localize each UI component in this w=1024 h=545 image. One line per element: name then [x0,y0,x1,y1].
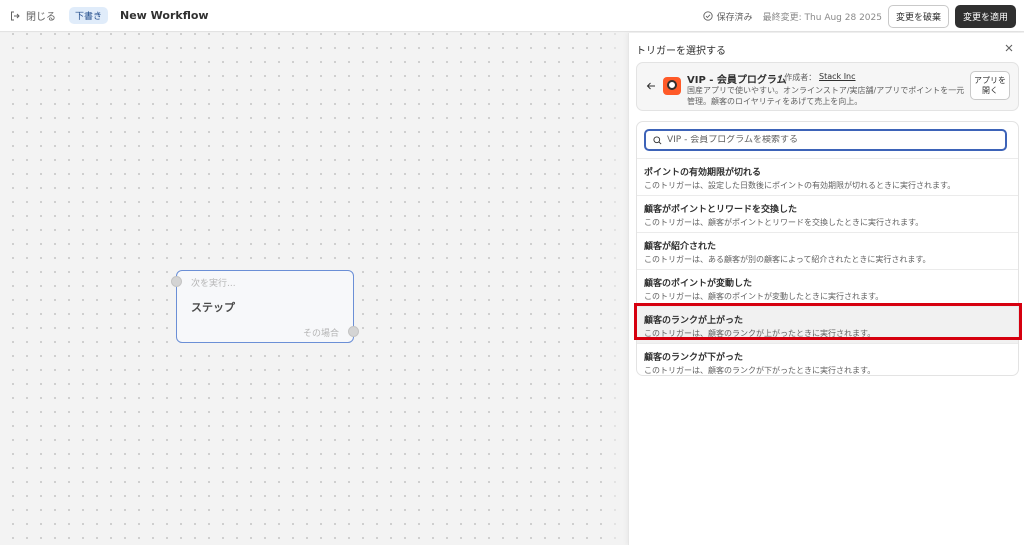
app-by-label: • 作成者： [777,73,817,82]
check-circle-icon [702,11,713,21]
app-description: 国産アプリで使いやすい。オンラインストア/実店舗/アプリでポイントを一元管理。顧… [687,86,965,106]
search-icon [653,135,662,144]
trigger-description: このトリガーは、顧客のランクが下がったときに実行されます。 [644,366,876,375]
trigger-description: このトリガーは、顧客のランクが上がったときに実行されます。 [644,329,876,338]
canvas-fade [600,33,628,545]
trigger-description: このトリガーは、設定した日数後にポイントの有効期限が切れるときに実行されます。 [644,181,956,190]
node-input-handle[interactable] [171,276,182,287]
app-logo-icon [663,77,681,95]
trigger-name: 顧客のポイントが変動した [644,279,753,289]
trigger-list-card: ポイントの有効期限が切れる このトリガーは、設定した日数後にポイントの有効期限が… [636,121,1019,376]
top-bar: 閉じる 下書き New Workflow 保存済み 最終変更: Thu Aug … [0,0,1024,32]
trigger-list: ポイントの有効期限が切れる このトリガーは、設定した日数後にポイントの有効期限が… [637,158,1018,375]
discard-changes-button[interactable]: 変更を破棄 [887,4,949,28]
trigger-item-customer-referred[interactable]: 顧客が紹介された このトリガーは、ある顧客が別の顧客によって紹介されたときに実行… [637,232,1018,269]
trigger-description: このトリガーは、顧客がポイントとリワードを交換したときに実行されます。 [644,218,924,227]
draft-badge: 下書き [69,7,109,24]
trigger-panel: トリガーを選択する VIP - 会員プログラム • 作成者： Stack Inc… [628,33,1024,545]
saved-status: 保存済み [702,10,753,23]
step-node[interactable]: 次を実行... ステップ その場合 [171,270,359,343]
exit-icon [11,11,20,20]
trigger-name: 顧客のランクが上がった [644,316,744,326]
close-icon [1005,44,1013,52]
node-title: ステップ [191,301,235,314]
close-label: 閉じる [26,12,56,23]
trigger-description: このトリガーは、顧客のポイントが変動したときに実行されます。 [644,292,884,301]
trigger-item-rank-down[interactable]: 顧客のランクが下がった このトリガーは、顧客のランクが下がったときに実行されます… [637,343,1018,375]
panel-title: トリガーを選択する [636,46,726,57]
trigger-name: 顧客がポイントとリワードを交換した [644,205,798,215]
search-box[interactable] [644,129,1007,151]
app-vendor-link[interactable]: Stack Inc [819,72,856,81]
app-card: VIP - 会員プログラム • 作成者： Stack Inc 国産アプリで使いや… [636,62,1019,111]
open-app-button[interactable]: アプリを開く [970,71,1010,100]
trigger-name: ポイントの有効期限が切れる [644,168,762,178]
search-input[interactable] [667,135,987,145]
arrow-left-icon [646,82,655,90]
apply-changes-button[interactable]: 変更を適用 [954,4,1016,28]
app-name: VIP - 会員プログラム [687,75,787,86]
top-actions: 保存済み 最終変更: Thu Aug 28 2025 変更を破棄 変更を適用 [702,0,1016,32]
back-button[interactable] [646,81,656,91]
trigger-item-points-changed[interactable]: 顧客のポイントが変動した このトリガーは、顧客のポイントが変動したときに実行され… [637,269,1018,306]
node-output-handle[interactable] [348,326,359,337]
node-condition-label: その場合 [302,329,339,339]
close-button[interactable]: 閉じる [10,8,56,23]
trigger-name: 顧客が紹介された [644,242,717,252]
workflow-title[interactable]: New Workflow [120,9,209,22]
trigger-name: 顧客のランクが下がった [644,353,744,363]
panel-close-button[interactable] [1004,43,1014,53]
trigger-item-points-redeemed[interactable]: 顧客がポイントとリワードを交換した このトリガーは、顧客がポイントとリワードを交… [637,195,1018,232]
trigger-description: このトリガーは、ある顧客が別の顧客によって紹介されたときに実行されます。 [644,255,931,264]
node-next-label: 次を実行... [191,279,236,289]
saved-label: 保存済み [716,12,753,23]
trigger-item-rank-up[interactable]: 顧客のランクが上がった このトリガーは、顧客のランクが上がったときに実行されます… [637,306,1018,343]
last-modified: 最終変更: Thu Aug 28 2025 [762,12,882,23]
trigger-item-points-expire[interactable]: ポイントの有効期限が切れる このトリガーは、設定した日数後にポイントの有効期限が… [637,158,1018,195]
